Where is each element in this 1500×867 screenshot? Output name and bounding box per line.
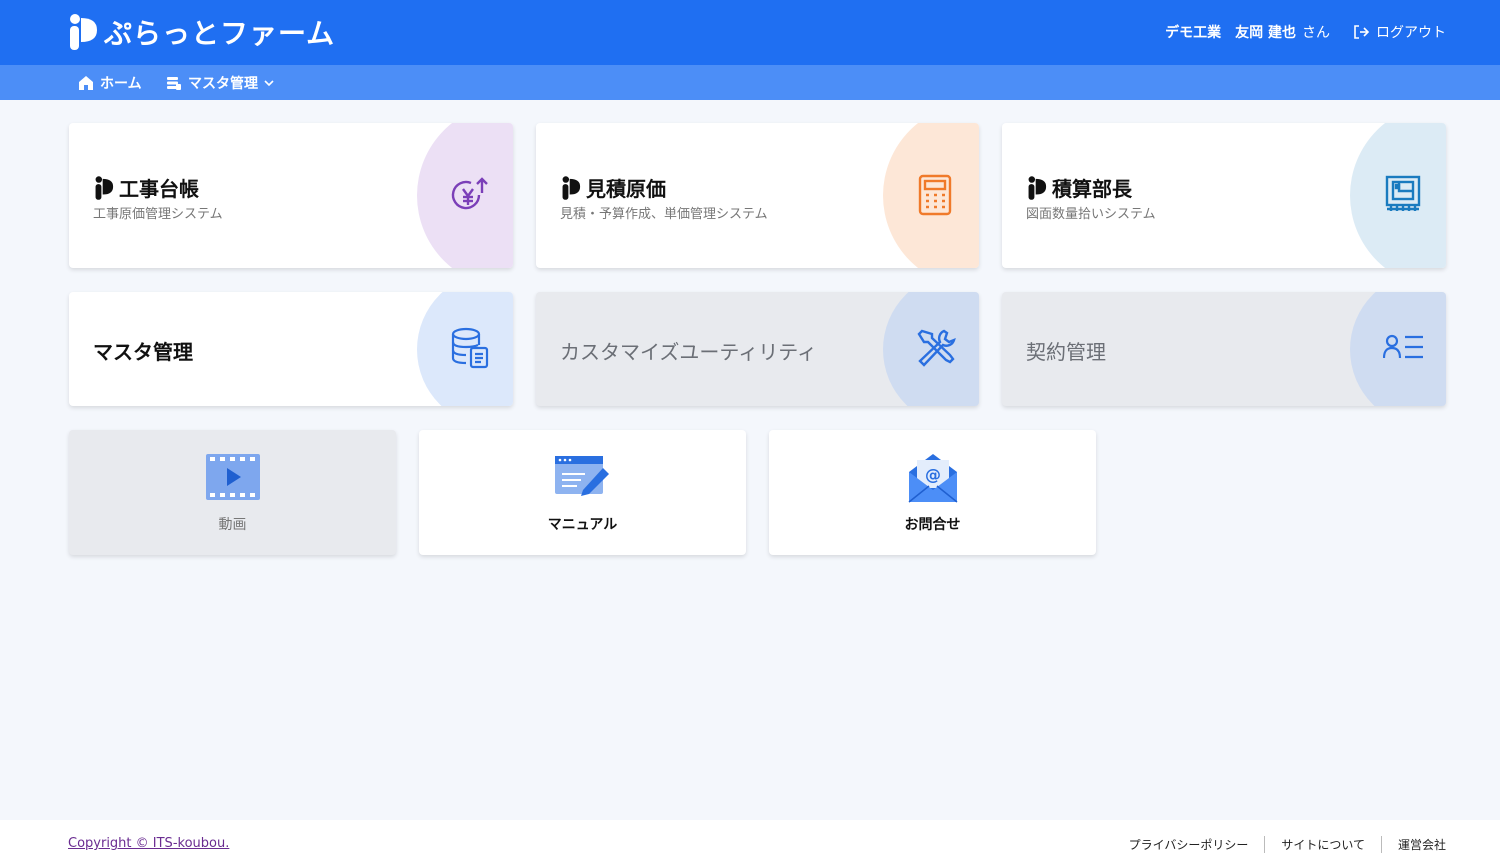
home-icon <box>79 76 93 90</box>
app-logo[interactable]: ぷらっとファーム <box>68 12 335 52</box>
nav-home[interactable]: ホーム <box>78 73 142 93</box>
mail-icon: @ <box>908 454 957 503</box>
logout-icon <box>1354 25 1370 39</box>
blueprint-icon <box>1385 175 1421 211</box>
card-sekisan-bucho[interactable]: 積算部長 図面数量拾いシステム <box>1002 123 1446 268</box>
card-master-kanri[interactable]: マスタ管理 <box>69 292 513 406</box>
yen-up-icon <box>451 177 488 210</box>
card-subtitle: 見積・予算作成、単価管理システム <box>560 207 768 222</box>
footer-link-about[interactable]: サイトについて <box>1264 836 1381 853</box>
footer-link-company[interactable]: 運営会社 <box>1380 836 1446 853</box>
app-name: ぷらっとファーム <box>104 17 336 50</box>
user-suffix: さん <box>1302 25 1330 41</box>
card-title: 契約管理 <box>1026 340 1106 364</box>
user-list-icon <box>1383 334 1423 359</box>
video-icon <box>205 454 260 500</box>
card-koji-daicho[interactable]: 工事台帳 工事原価管理システム <box>69 123 513 268</box>
tile-contact[interactable]: @ お問合せ <box>769 430 1096 555</box>
tile-label: 動画 <box>218 517 247 533</box>
footer: Copyright © ITS-koubou. プライバシーポリシー サイトにつ… <box>0 820 1500 867</box>
server-icon <box>167 77 181 90</box>
tile-manual[interactable]: マニュアル <box>419 430 746 555</box>
card-customize-utility[interactable]: カスタマイズユーティリティ <box>536 292 979 406</box>
card-title: 見積原価 <box>560 173 666 202</box>
card-mitsumori-genka[interactable]: 見積原価 見積・予算作成、単価管理システム <box>536 123 979 268</box>
card-title: マスタ管理 <box>93 340 193 364</box>
footer-link-privacy[interactable]: プライバシーポリシー <box>1113 836 1265 853</box>
card-title: カスタマイズユーティリティ <box>560 340 817 364</box>
tile-label: お問合せ <box>904 517 961 533</box>
brand-mark-icon <box>1028 175 1047 200</box>
top-header: ぷらっとファーム デモ工業 友岡 建也 さん ログアウト <box>0 0 1500 65</box>
card-title: 積算部長 <box>1026 173 1132 202</box>
copyright-link[interactable]: Copyright © ITS-koubou. <box>68 836 229 851</box>
card-keiyaku-kanri[interactable]: 契約管理 <box>1002 292 1446 406</box>
nav-home-label: ホーム <box>100 76 142 92</box>
card-subtitle: 工事原価管理システム <box>93 207 223 222</box>
manual-icon <box>554 456 609 496</box>
brand-mark-icon <box>562 175 581 200</box>
nav-master-label: マスタ管理 <box>188 76 258 92</box>
nav-bar: ホーム マスタ管理 <box>0 65 1500 100</box>
user-area: デモ工業 友岡 建也 さん ログアウト <box>1165 22 1446 42</box>
chevron-down-icon <box>264 80 274 87</box>
nav-master-dropdown[interactable]: マスタ管理 <box>166 73 274 93</box>
tools-icon <box>917 329 956 367</box>
database-icon <box>451 327 489 369</box>
tile-label: マニュアル <box>547 517 618 533</box>
card-title: 工事台帳 <box>93 173 199 202</box>
footer-links: プライバシーポリシー サイトについて 運営会社 <box>1113 836 1446 853</box>
user-name: 友岡 建也 <box>1235 25 1296 41</box>
company-name: デモ工業 <box>1165 25 1222 41</box>
svg-text:@: @ <box>925 465 941 484</box>
tile-video[interactable]: 動画 <box>69 430 396 555</box>
logo-mark-icon <box>70 14 97 50</box>
brand-mark-icon <box>95 175 114 200</box>
logout-button[interactable]: ログアウト <box>1352 22 1446 42</box>
logout-label: ログアウト <box>1376 25 1446 41</box>
calculator-icon <box>918 174 952 216</box>
card-subtitle: 図面数量拾いシステム <box>1026 207 1156 222</box>
